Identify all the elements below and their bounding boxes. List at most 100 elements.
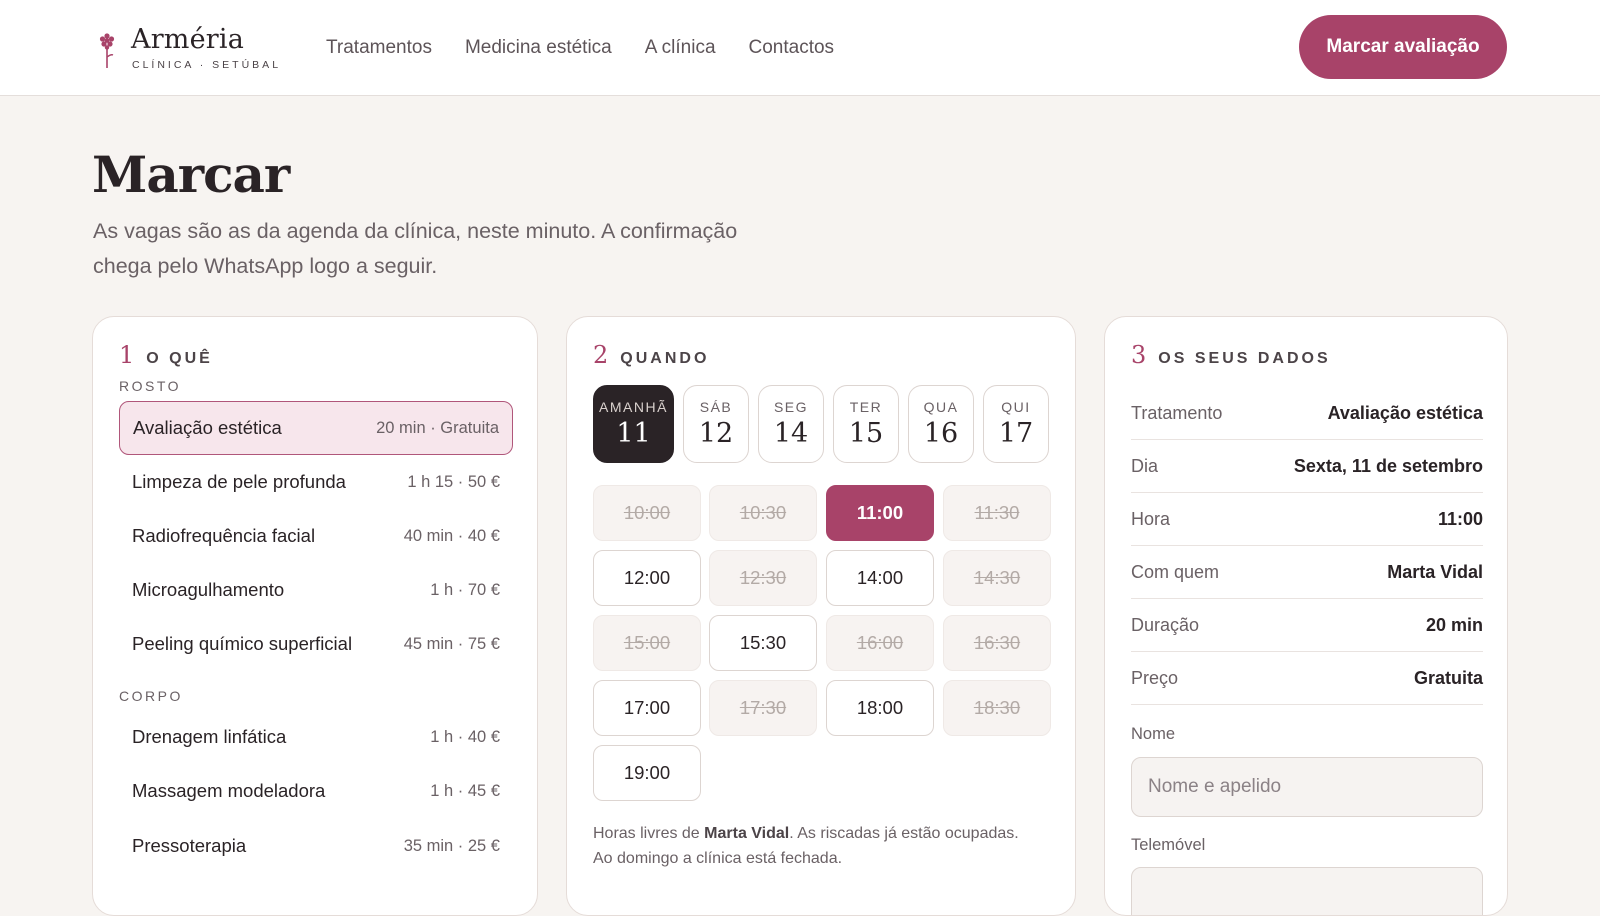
service-name: Massagem modeladora [132,780,326,801]
service-name: Pressoterapia [132,835,247,856]
service-item[interactable]: Radiofrequência facial 40 min · 40 € [119,509,513,563]
summary-value: Marta Vidal [1387,561,1483,582]
group-label-corpo: CORPO [119,688,183,704]
day-number: 12 [698,418,734,449]
service-item[interactable]: Peeling químico superficial 45 min · 75 … [119,617,513,671]
summary-value: Avaliação estética [1327,402,1483,423]
brand-subtitle: CLÍNICA · SETÚBAL [132,59,282,71]
note-line-2: Ao domingo a clínica está fechada. [593,850,843,867]
summary-row: Com quem Marta Vidal [1131,546,1483,599]
nav-item-medicina-estetica[interactable]: Medicina estética [465,37,612,59]
summary-row: Preço Gratuita [1131,652,1483,705]
day-weekday: SÁB [699,399,733,415]
time-slot: 16:30 [943,615,1051,671]
service-name: Radiofrequência facial [132,525,316,546]
time-slot: 11:30 [943,485,1051,541]
time-slot[interactable]: 11:00 [826,485,934,541]
day-option[interactable]: AMANHÃ 11 [593,385,674,463]
schedule-card: 2 QUANDO AMANHÃ 11 SÁB 12 SEG 14 TER 15 … [566,316,1076,916]
time-slot[interactable]: 19:00 [593,745,701,801]
summary-row: Dia Sexta, 11 de setembro [1131,440,1483,493]
day-option[interactable]: QUA 16 [908,385,974,463]
name-input[interactable] [1131,757,1483,817]
brand-name: Arméria [131,24,245,55]
day-option[interactable]: SEG 14 [758,385,824,463]
card-title: OS SEUS DADOS [1158,350,1331,367]
service-meta: 1 h · 70 € [430,580,500,599]
day-number: 16 [923,418,959,449]
time-slot: 15:00 [593,615,701,671]
name-field-label: Nome [1131,725,1176,743]
page-title: Marcar [92,145,290,204]
summary-label: Dia [1131,455,1159,476]
service-item[interactable]: Drenagem linfática 1 h · 40 € [119,710,513,764]
time-slot: 10:00 [593,485,701,541]
step-number: 2 [593,341,609,369]
summary-row: Hora 11:00 [1131,493,1483,546]
note-staff-name: Marta Vidal [704,825,790,842]
intro-line-2: chega pelo WhatsApp logo a seguir. [93,254,438,278]
service-name: Microagulhamento [132,579,285,600]
time-slot[interactable]: 12:00 [593,550,701,606]
time-slot[interactable]: 18:00 [826,680,934,736]
time-slot[interactable]: 17:00 [593,680,701,736]
phone-field-label: Telemóvel [1131,836,1206,854]
time-slot[interactable]: 15:30 [709,615,817,671]
day-number: 15 [848,418,884,449]
summary-label: Duração [1131,614,1200,635]
day-weekday: AMANHÃ [599,399,668,415]
service-meta: 40 min · 40 € [403,526,500,545]
summary-value: Sexta, 11 de setembro [1293,455,1483,476]
nav-item-tratamentos[interactable]: Tratamentos [326,37,432,59]
day-number: 17 [998,418,1034,449]
service-meta: 20 min · Gratuita [376,418,499,437]
schedule-card-header: 2 QUANDO [593,341,709,369]
day-weekday: QUA [923,399,959,415]
summary-label: Preço [1131,667,1179,688]
summary-value: 20 min [1425,614,1483,635]
details-card-header: 3 OS SEUS DADOS [1131,341,1331,369]
service-name: Peeling químico superficial [132,633,353,654]
service-meta: 45 min · 75 € [403,634,500,653]
book-evaluation-button[interactable]: Marcar avaliação [1299,15,1507,79]
service-meta: 35 min · 25 € [403,836,500,855]
group-label-rosto: ROSTO [119,378,182,394]
day-option[interactable]: TER 15 [833,385,899,463]
service-item[interactable]: Avaliação estética 20 min · Gratuita [119,401,513,455]
phone-input[interactable] [1131,867,1483,915]
service-name: Drenagem linfática [132,726,287,747]
card-title: O QUÊ [146,350,213,367]
time-slot: 16:00 [826,615,934,671]
summary-label: Tratamento [1131,402,1223,423]
note-prefix: Horas livres de [593,825,705,842]
page-intro: As vagas são as da agenda da clínica, ne… [93,214,773,284]
service-meta: 1 h · 45 € [430,781,500,800]
flower-icon [99,33,115,68]
availability-note: Horas livres de Marta Vidal. As riscadas… [593,821,1053,871]
service-item[interactable]: Pressoterapia 35 min · 25 € [119,819,513,873]
service-item[interactable]: Massagem modeladora 1 h · 45 € [119,764,513,818]
service-name: Limpeza de pele profunda [132,471,346,492]
time-slot: 17:30 [709,680,817,736]
day-option[interactable]: QUI 17 [983,385,1049,463]
time-slot: 10:30 [709,485,817,541]
step-number: 1 [119,341,135,369]
time-slot[interactable]: 14:00 [826,550,934,606]
service-item[interactable]: Microagulhamento 1 h · 70 € [119,563,513,617]
summary-row: Tratamento Avaliação estética [1131,387,1483,440]
day-weekday: SEG [773,399,809,415]
nav-item-contactos[interactable]: Contactos [749,37,835,59]
card-title: QUANDO [620,350,710,367]
note-suffix: . As riscadas já estão ocupadas. [789,825,1019,842]
summary-value: Gratuita [1413,667,1483,688]
main-nav: Tratamentos Medicina estética A clínica … [326,37,867,59]
nav-item-a-clinica[interactable]: A clínica [645,37,716,59]
booking-summary: Tratamento Avaliação estética Dia Sexta,… [1131,387,1483,705]
time-slot: 18:30 [943,680,1051,736]
day-option[interactable]: SÁB 12 [683,385,749,463]
summary-label: Com quem [1131,561,1220,582]
service-meta: 1 h 15 · 50 € [407,472,500,491]
top-bar: Arméria CLÍNICA · SETÚBAL Tratamentos Me… [0,0,1600,96]
time-slot: 14:30 [943,550,1051,606]
service-item[interactable]: Limpeza de pele profunda 1 h 15 · 50 € [119,455,513,509]
